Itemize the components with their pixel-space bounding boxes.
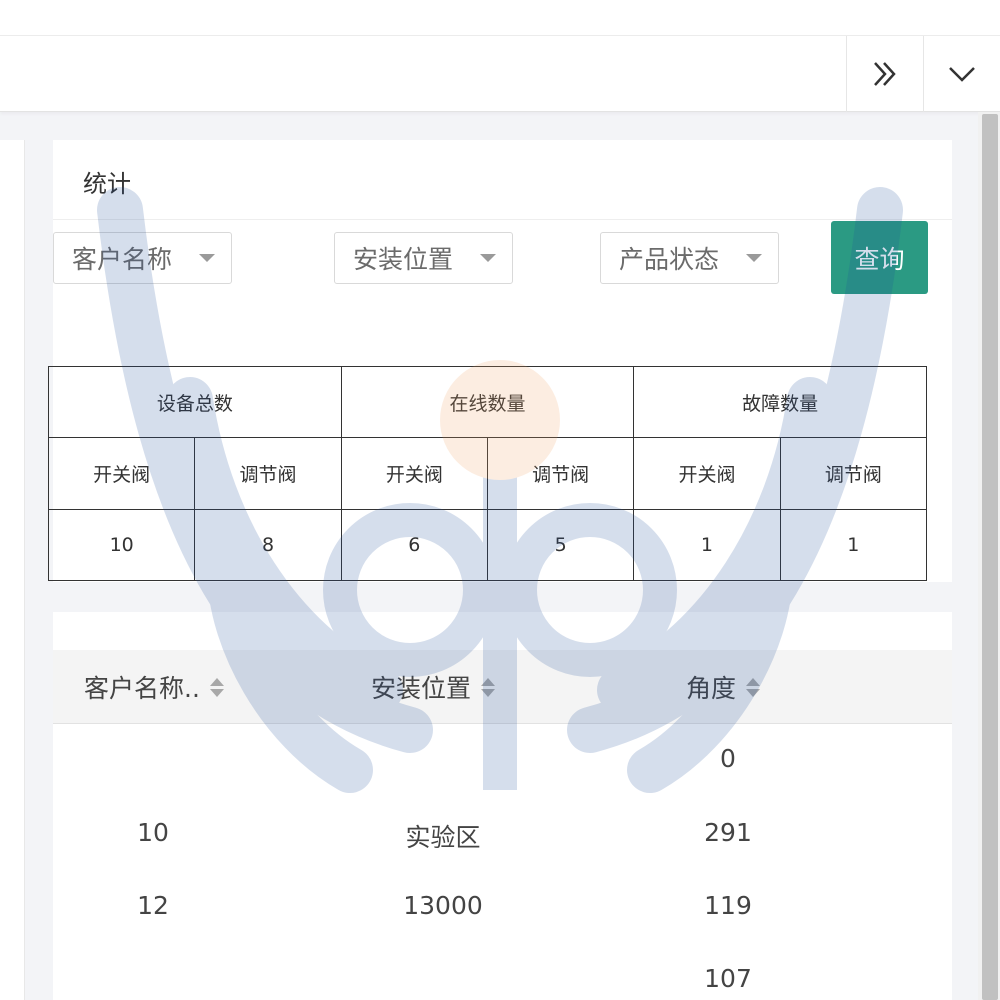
tab-bar [0, 36, 1000, 112]
online-regulating-value: 5 [486, 508, 635, 582]
top-strip [0, 0, 1000, 36]
status-filter-label: 产品状态 [619, 245, 720, 274]
stats-title: 统计 [83, 170, 131, 198]
group-fault-header: 故障数量 [633, 365, 927, 439]
location-filter-select[interactable]: 安装位置 [334, 232, 513, 284]
stats-type-row: 开关阀 调节阀 开关阀 调节阀 开关阀 调节阀 [47, 437, 928, 510]
type-header: 开关阀 [633, 437, 781, 510]
total-switch-value: 10 [47, 508, 196, 582]
table-cell-angle: 291 [704, 818, 752, 847]
type-header: 开关阀 [47, 437, 196, 510]
device-list-card: 客户名称.. 安装位置 角度 0 10 实验区 291 12 13000 119… [53, 612, 952, 1000]
type-header: 调节阀 [779, 437, 928, 510]
table-cell-angle: 107 [704, 964, 752, 993]
status-filter-select[interactable]: 产品状态 [600, 232, 779, 284]
caret-down-icon [480, 254, 496, 262]
customer-filter-label: 客户名称 [72, 245, 173, 274]
stats-value-row: 10 8 6 5 1 1 [47, 508, 928, 582]
caret-down-icon [746, 254, 762, 262]
table-cell-location: 13000 [403, 891, 483, 920]
column-header-label: 角度 [686, 674, 737, 703]
query-button[interactable]: 查询 [831, 221, 928, 294]
fault-switch-value: 1 [633, 508, 781, 582]
left-panel [0, 140, 25, 1000]
tabs-more-button[interactable] [846, 36, 923, 112]
tabs-dropdown-button[interactable] [923, 36, 1000, 112]
column-header-customer[interactable]: 客户名称.. [84, 650, 224, 724]
sort-icon [209, 677, 224, 697]
sort-icon [481, 677, 496, 697]
column-header-label: 安装位置 [371, 674, 472, 703]
location-filter-label: 安装位置 [353, 245, 454, 274]
double-chevron-right-icon [874, 62, 896, 86]
total-regulating-value: 8 [194, 508, 342, 582]
customer-filter-select[interactable]: 客户名称 [53, 232, 232, 284]
stats-table: 设备总数 在线数量 故障数量 开关阀 调节阀 开关阀 调节阀 开关阀 调节阀 1… [47, 365, 928, 582]
type-header: 开关阀 [340, 437, 488, 510]
column-header-angle[interactable]: 角度 [686, 650, 761, 724]
table-cell-customer: 12 [137, 891, 169, 920]
stats-group-row: 设备总数 在线数量 故障数量 [48, 365, 927, 439]
table-cell-angle: 119 [704, 891, 752, 920]
list-header-row: 客户名称.. 安装位置 角度 [53, 650, 952, 724]
table-cell-angle: 0 [720, 744, 736, 773]
group-total-header: 设备总数 [48, 365, 342, 439]
fault-regulating-value: 1 [779, 508, 928, 582]
online-switch-value: 6 [340, 508, 488, 582]
caret-down-icon [199, 254, 215, 262]
group-online-header: 在线数量 [340, 365, 635, 439]
chevron-down-icon [949, 67, 975, 82]
scrollbar-thumb[interactable] [982, 114, 998, 1000]
type-header: 调节阀 [486, 437, 635, 510]
table-cell-location: 实验区 [405, 823, 481, 852]
column-header-location[interactable]: 安装位置 [371, 650, 496, 724]
column-header-label: 客户名称.. [84, 674, 200, 703]
stats-header: 统计 [53, 140, 952, 220]
table-cell-customer: 10 [137, 818, 169, 847]
sort-icon [746, 677, 761, 697]
type-header: 调节阀 [194, 437, 342, 510]
